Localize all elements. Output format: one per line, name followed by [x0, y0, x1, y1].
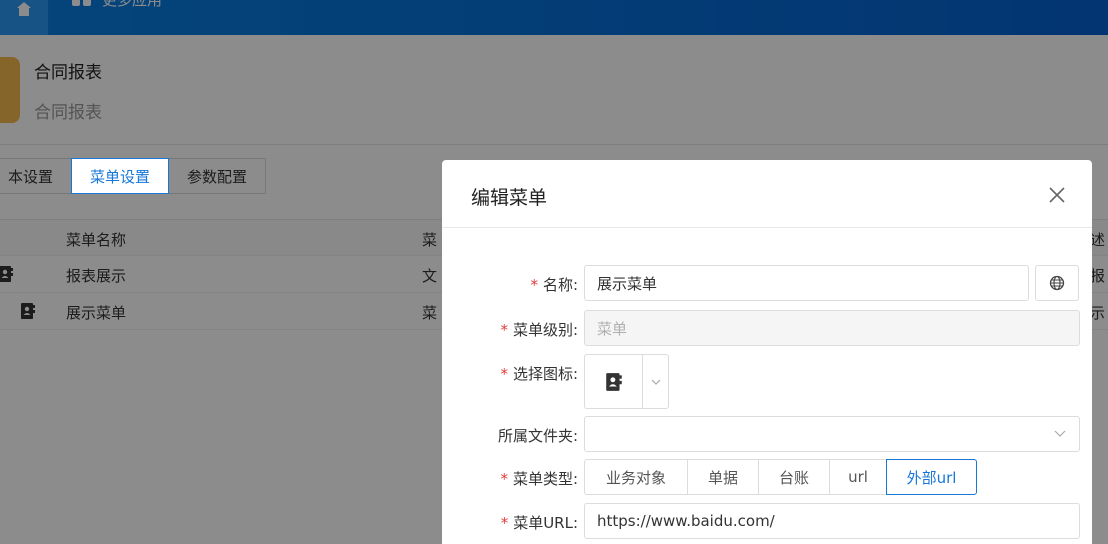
icon-label-text: 选择图标:: [512, 365, 578, 383]
chevron-down-icon: [1054, 430, 1066, 437]
folder-label: 所属文件夹:: [497, 427, 578, 445]
tab-menu-settings[interactable]: 菜单设置: [71, 158, 170, 194]
translate-button[interactable]: [1035, 265, 1079, 301]
level-label-text: 菜单级别:: [512, 321, 578, 339]
level-label: * 菜单级别:: [500, 321, 578, 339]
name-input[interactable]: 展示菜单: [584, 265, 1029, 301]
icon-picker[interactable]: [584, 354, 669, 409]
menu-level-input: 菜单: [584, 310, 1080, 346]
name-label-text: 名称:: [542, 276, 578, 294]
type-option-external-url[interactable]: 外部url: [886, 459, 977, 495]
icon-label: * 选择图标:: [500, 365, 578, 383]
type-label-text: 菜单类型:: [512, 470, 578, 488]
type-option-url[interactable]: url: [829, 459, 887, 495]
type-option-document[interactable]: 单据: [687, 459, 759, 495]
close-icon[interactable]: [1046, 184, 1068, 206]
type-option-ledger[interactable]: 台账: [758, 459, 830, 495]
chevron-down-icon: [651, 379, 660, 385]
url-label: * 菜单URL:: [500, 514, 578, 532]
dialog-header: 编辑菜单: [442, 160, 1092, 228]
menu-url-input[interactable]: https://www.baidu.com/: [584, 503, 1080, 539]
dialog-title: 编辑菜单: [471, 187, 548, 209]
globe-icon: [1049, 275, 1065, 291]
icon-preview: [585, 355, 643, 408]
icon-picker-dropdown[interactable]: [643, 355, 668, 408]
folder-select[interactable]: [584, 416, 1080, 452]
edit-menu-dialog: 编辑菜单 * 名称: 展示菜单 * 菜单级别: 菜单 * 选择图标: 所属文件夹:: [442, 160, 1092, 544]
name-label: * 名称:: [530, 276, 578, 294]
type-option-business-object[interactable]: 业务对象: [584, 459, 688, 495]
contacts-book-icon: [605, 372, 622, 391]
menu-type-segmented: 业务对象 单据 台账 url 外部url: [584, 459, 977, 495]
url-label-text: 菜单URL:: [513, 514, 578, 532]
type-label: * 菜单类型:: [500, 470, 578, 488]
